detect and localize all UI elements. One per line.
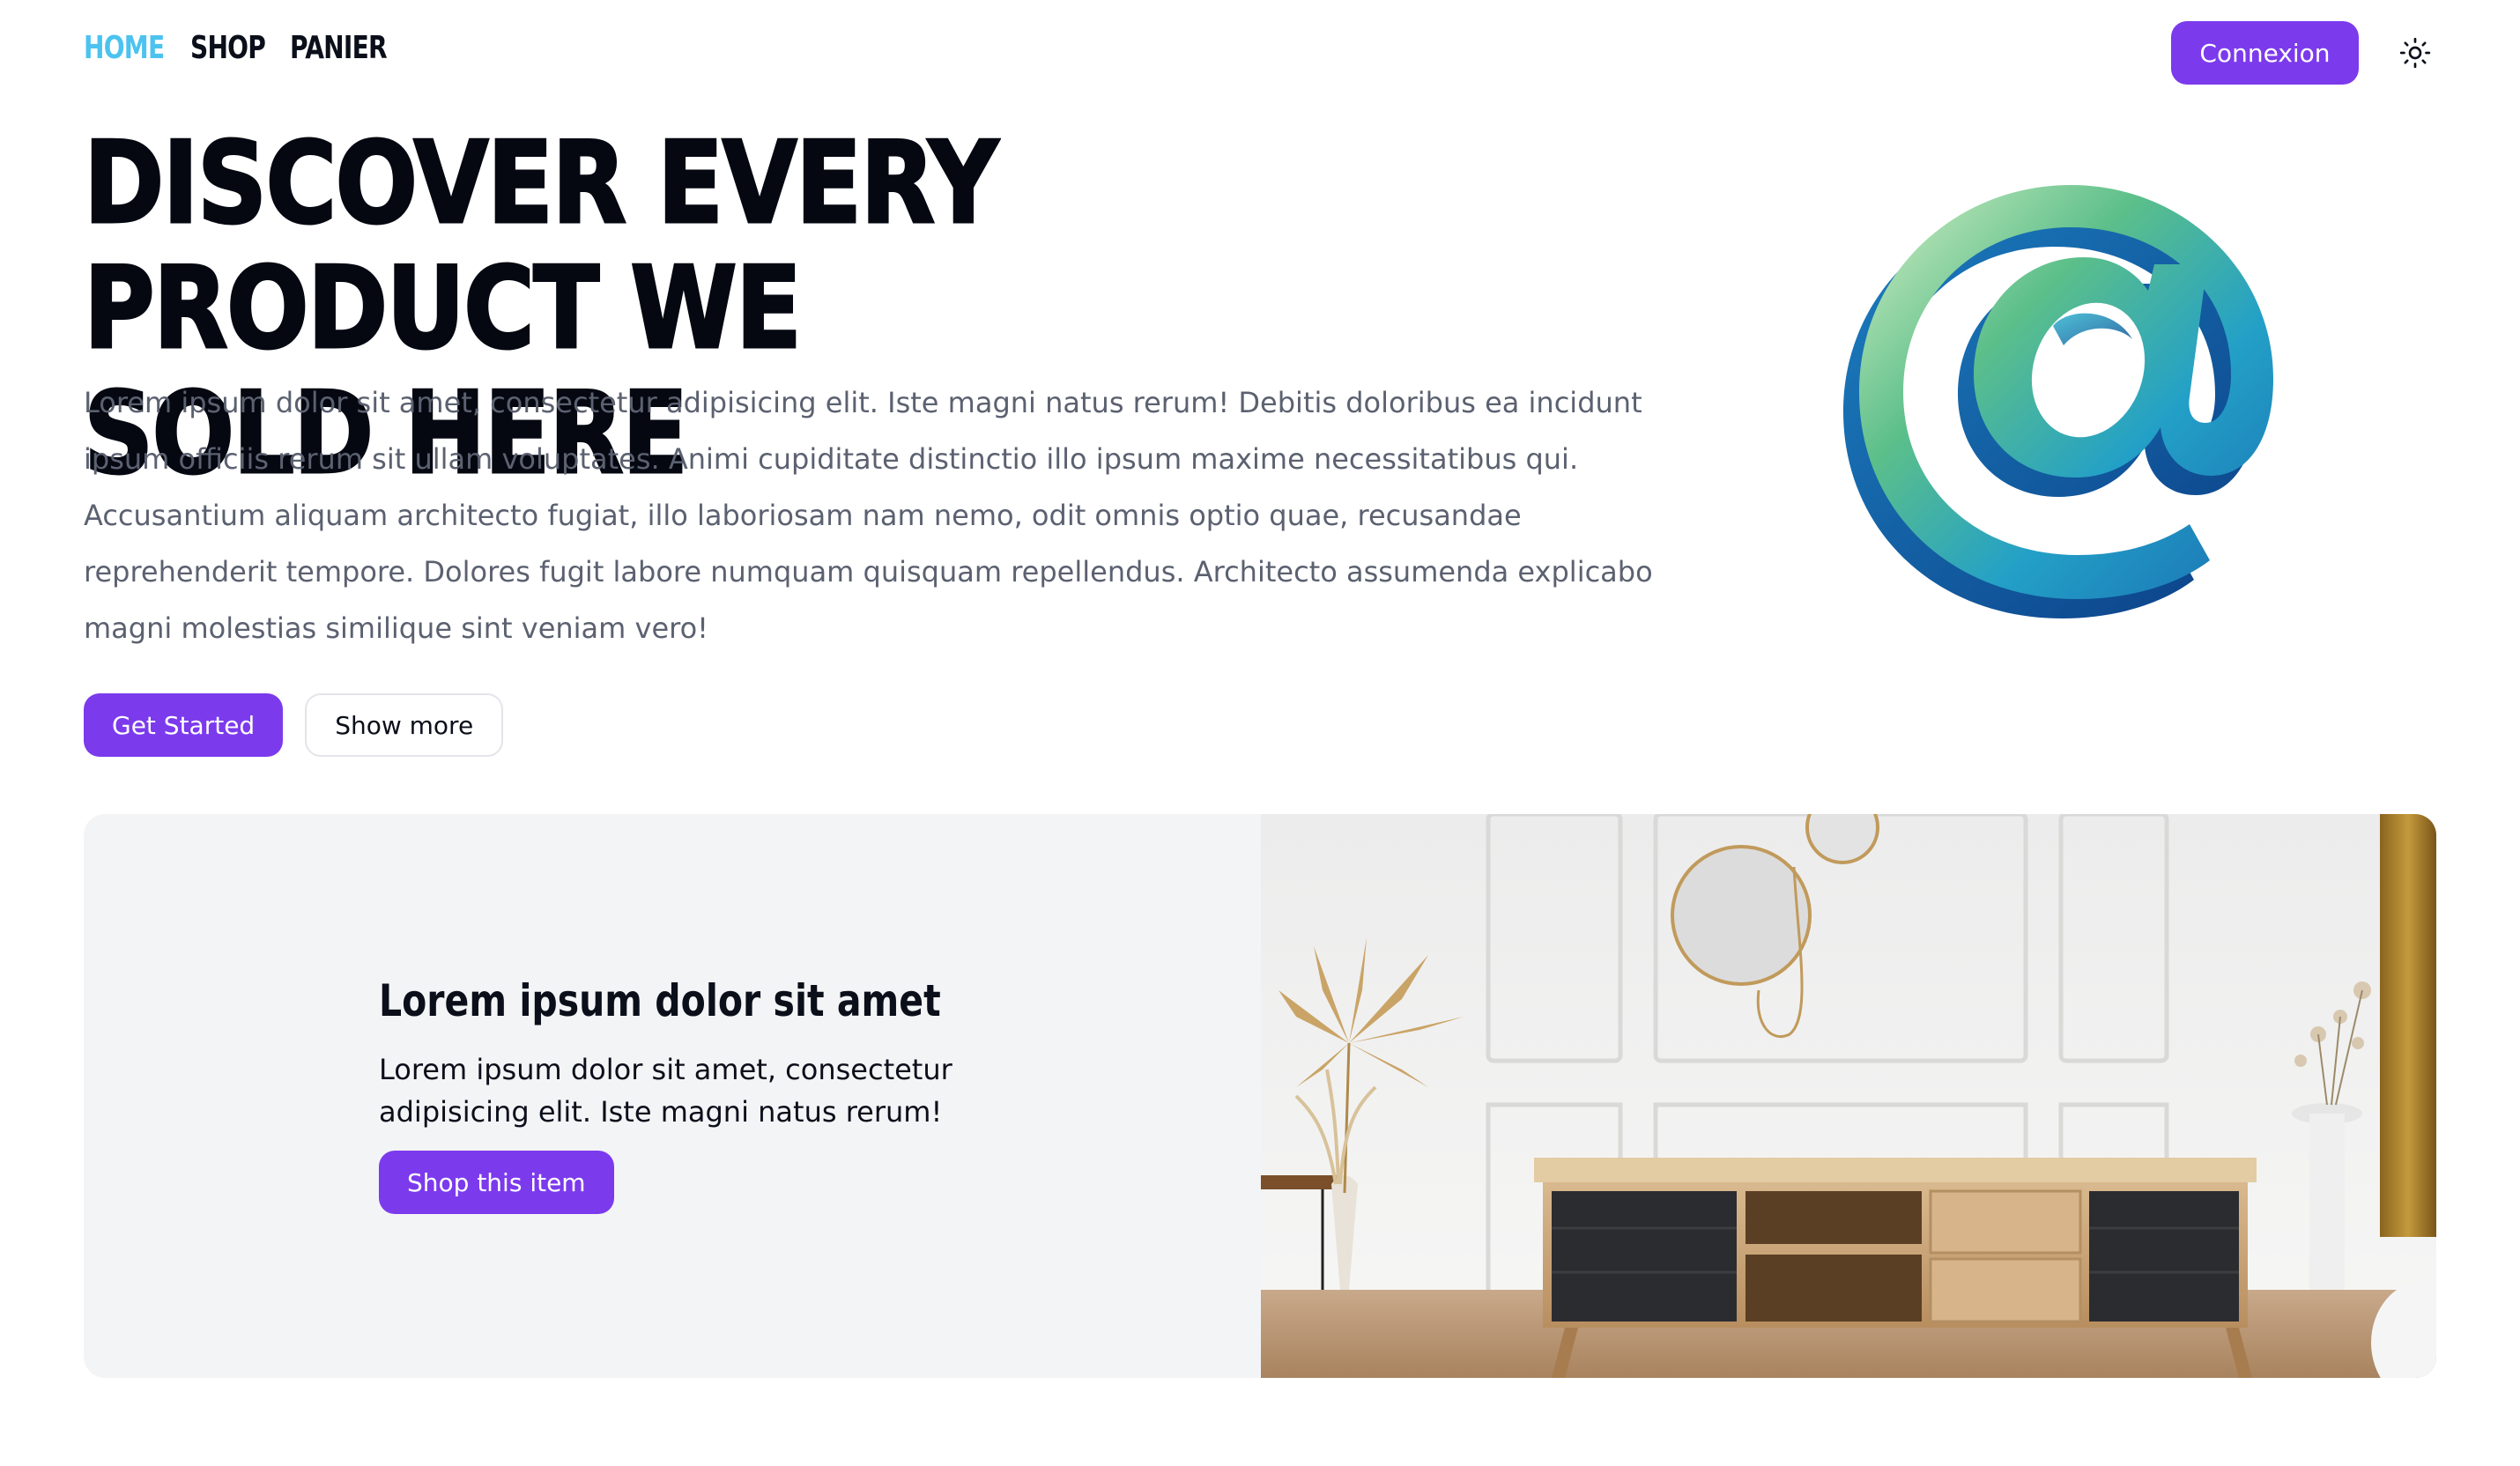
get-started-button[interactable]: Get Started — [84, 693, 284, 757]
sun-icon — [2399, 37, 2431, 69]
show-more-button[interactable]: Show more — [305, 693, 504, 757]
tv-console-living-room-photo — [1261, 814, 2436, 1378]
theme-toggle-button[interactable] — [2394, 32, 2436, 74]
featured-product-card: Lorem ipsum dolor sit amet Lorem ipsum d… — [84, 814, 2436, 1378]
feature-title: Lorem ipsum dolor sit amet — [379, 975, 941, 1026]
nav-link-shop[interactable]: SHOP — [190, 30, 266, 66]
feature-description: Lorem ipsum dolor sit amet, consectetur … — [379, 1053, 952, 1129]
at-sign-3d-icon — [1833, 150, 2309, 626]
hero-actions: Get Started Show more — [84, 693, 504, 757]
top-navbar: HOME SHOP PANIER Connexion — [84, 21, 2436, 85]
nav-link-home[interactable]: HOME — [84, 30, 165, 66]
hero-description: Lorem ipsum dolor sit amet, consectetur … — [84, 386, 1653, 645]
nav-link-panier[interactable]: PANIER — [290, 30, 388, 66]
shop-this-item-button[interactable]: Shop this item — [379, 1151, 614, 1214]
connexion-button[interactable]: Connexion — [2171, 21, 2359, 85]
hero-title-line1: DISCOVER EVERY PRODUCT WE — [83, 118, 1000, 374]
nav-links: HOME SHOP PANIER — [84, 30, 395, 66]
feature-copy: Lorem ipsum dolor sit amet Lorem ipsum d… — [379, 973, 1084, 1214]
